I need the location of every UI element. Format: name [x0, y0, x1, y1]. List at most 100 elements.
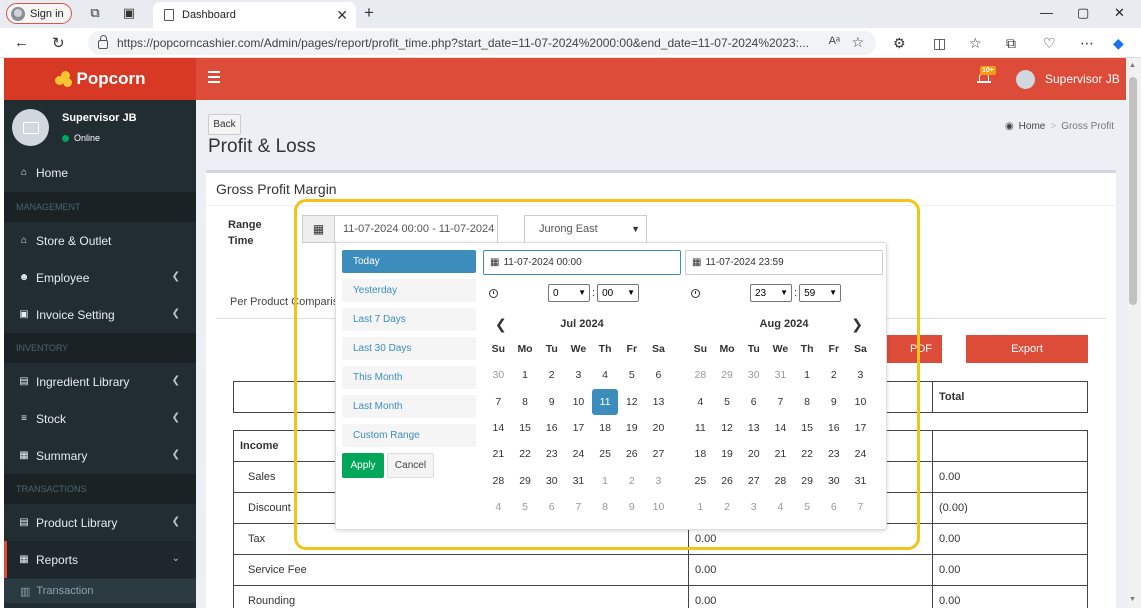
sidebar-item-ingredient[interactable]: ▤ Ingredient Library ❮ — [4, 363, 196, 400]
calendar-day[interactable]: 24 — [847, 441, 874, 467]
outlet-select[interactable]: Jurong East ▼ — [524, 215, 647, 243]
calendar-day[interactable]: 1 — [592, 467, 619, 493]
calendar-day[interactable]: 13 — [645, 389, 672, 415]
calendar-day[interactable]: 6 — [740, 389, 767, 415]
calendar-day[interactable]: 20 — [740, 441, 767, 467]
calendar-day[interactable]: 16 — [820, 415, 847, 441]
minimize-button[interactable]: — — [1040, 5, 1053, 20]
sidebar-item-summary[interactable]: ▦ Summary ❮ — [4, 437, 196, 474]
calendar-day[interactable]: 27 — [645, 441, 672, 467]
scrollbar-thumb[interactable] — [1129, 77, 1137, 305]
calendar-day[interactable]: 9 — [618, 494, 645, 520]
calendar-day[interactable]: 7 — [565, 494, 592, 520]
calendar-day[interactable]: 22 — [512, 441, 539, 467]
calendar-day[interactable]: 8 — [512, 389, 539, 415]
calendar-day[interactable]: 23 — [820, 441, 847, 467]
calendar-day[interactable]: 2 — [820, 362, 847, 388]
range-last-30-days[interactable]: Last 30 Days — [342, 337, 476, 360]
sidebar-item-product[interactable]: ▤ Product Library ❮ — [4, 504, 196, 541]
range-last-month[interactable]: Last Month — [342, 395, 476, 418]
calendar-day[interactable]: 11 — [687, 415, 714, 441]
calendar-day[interactable]: 1 — [794, 362, 821, 388]
favorites-icon[interactable]: ☆ — [969, 35, 982, 52]
new-tab-button[interactable]: + — [364, 3, 374, 23]
more-menu-icon[interactable]: ⋯ — [1080, 35, 1094, 52]
calendar-day[interactable]: 29 — [512, 467, 539, 493]
range-yesterday[interactable]: Yesterday — [342, 279, 476, 302]
menu-toggle-icon[interactable] — [208, 71, 220, 86]
calendar-day[interactable]: 21 — [767, 441, 794, 467]
calendar-day[interactable]: 17 — [565, 415, 592, 441]
prev-month-icon[interactable]: ❮ — [495, 316, 507, 333]
calendar-day[interactable]: 6 — [538, 494, 565, 520]
calendar-day[interactable]: 7 — [847, 494, 874, 520]
calendar-day[interactable]: 23 — [538, 441, 565, 467]
calendar-day[interactable]: 17 — [847, 415, 874, 441]
start-hour-select[interactable]: 0 ▼ — [548, 284, 590, 302]
maximize-button[interactable]: ▢ — [1077, 5, 1089, 21]
calendar-day[interactable]: 31 — [847, 467, 874, 493]
calendar-day[interactable]: 4 — [687, 389, 714, 415]
calendar-day[interactable]: 10 — [565, 389, 592, 415]
range-last-7-days[interactable]: Last 7 Days — [342, 308, 476, 331]
sidebar-item-home[interactable]: ⌂ Home — [4, 154, 196, 191]
calendar-day[interactable]: 30 — [538, 467, 565, 493]
calendar-day[interactable]: 3 — [565, 362, 592, 388]
calendar-day[interactable]: 10 — [847, 389, 874, 415]
calendar-day[interactable]: 8 — [794, 389, 821, 415]
sidebar-item-stock[interactable]: ≡ Stock ❮ — [4, 400, 196, 437]
calendar-day[interactable]: 30 — [740, 362, 767, 388]
calendar-day[interactable]: 29 — [714, 362, 741, 388]
calendar-day[interactable]: 24 — [565, 441, 592, 467]
calendar-day[interactable]: 14 — [485, 415, 512, 441]
cancel-button[interactable]: Cancel — [387, 453, 434, 478]
calendar-day[interactable]: 9 — [538, 389, 565, 415]
apply-button[interactable]: Apply — [342, 453, 384, 478]
start-minute-select[interactable]: 00 ▼ — [597, 284, 640, 302]
scroll-up-icon[interactable]: ▲ — [1129, 62, 1136, 69]
scroll-down-icon[interactable]: ▼ — [1129, 596, 1136, 603]
sign-in-button[interactable]: Sign in — [6, 3, 72, 24]
calendar-day[interactable]: 13 — [740, 415, 767, 441]
sidebar-item-store[interactable]: ⌂ Store & Outlet — [4, 222, 196, 259]
calendar-day[interactable]: 16 — [538, 415, 565, 441]
calendar-day[interactable]: 5 — [512, 494, 539, 520]
end-date-input[interactable]: ▦ 11-07-2024 23:59 — [685, 250, 883, 275]
calendar-day[interactable]: 6 — [645, 362, 672, 388]
calendar-day[interactable]: 26 — [714, 467, 741, 493]
date-range-input[interactable]: ▦ 11-07-2024 00:00 - 11-07-2024 — [302, 215, 498, 243]
range-custom[interactable]: Custom Range — [342, 424, 476, 447]
calendar-day[interactable]: 4 — [767, 494, 794, 520]
calendar-day[interactable]: 30 — [820, 467, 847, 493]
calendar-day[interactable]: 14 — [767, 415, 794, 441]
tab-actions-icon[interactable]: ▣ — [122, 6, 136, 20]
sidebar-item-invoice[interactable]: ▣ Invoice Setting ❮ — [4, 296, 196, 333]
calendar-day[interactable]: 18 — [687, 441, 714, 467]
calendar-day[interactable]: 4 — [485, 494, 512, 520]
calendar-day[interactable]: 5 — [618, 362, 645, 388]
brand-logo[interactable]: Popcorn — [4, 58, 196, 100]
calendar-day[interactable]: 10 — [645, 494, 672, 520]
collections-icon[interactable]: ⧉ — [1006, 35, 1016, 52]
calendar-day[interactable]: 3 — [645, 467, 672, 493]
per-product-tab[interactable]: Per Product Comparis — [230, 296, 338, 308]
split-screen-icon[interactable]: ◫ — [933, 35, 946, 52]
calendar-day[interactable]: 8 — [592, 494, 619, 520]
favorite-star-icon[interactable]: ☆ — [851, 34, 864, 51]
calendar-day[interactable]: 12 — [618, 389, 645, 415]
calendar-day[interactable]: 31 — [565, 467, 592, 493]
copilot-icon[interactable]: ◆ — [1113, 35, 1124, 52]
browser-tab-dashboard[interactable]: Dashboard ✕ — [153, 2, 356, 28]
calendar-day[interactable]: 15 — [794, 415, 821, 441]
sidebar-item-reports[interactable]: ▦ Reports ⌄ — [4, 541, 196, 578]
calendar-day[interactable]: 27 — [740, 467, 767, 493]
calendar-day[interactable]: 3 — [740, 494, 767, 520]
calendar-day[interactable]: 19 — [714, 441, 741, 467]
end-minute-select[interactable]: 59 ▼ — [799, 284, 842, 302]
sidebar-item-employee[interactable]: ☻ Employee ❮ — [4, 259, 196, 296]
calendar-day[interactable]: 22 — [794, 441, 821, 467]
refresh-icon[interactable]: ↻ — [52, 34, 65, 52]
workspaces-icon[interactable]: ⧉ — [88, 6, 102, 20]
extensions-icon[interactable]: ⚙ — [893, 35, 906, 52]
calendar-day[interactable]: 7 — [485, 389, 512, 415]
